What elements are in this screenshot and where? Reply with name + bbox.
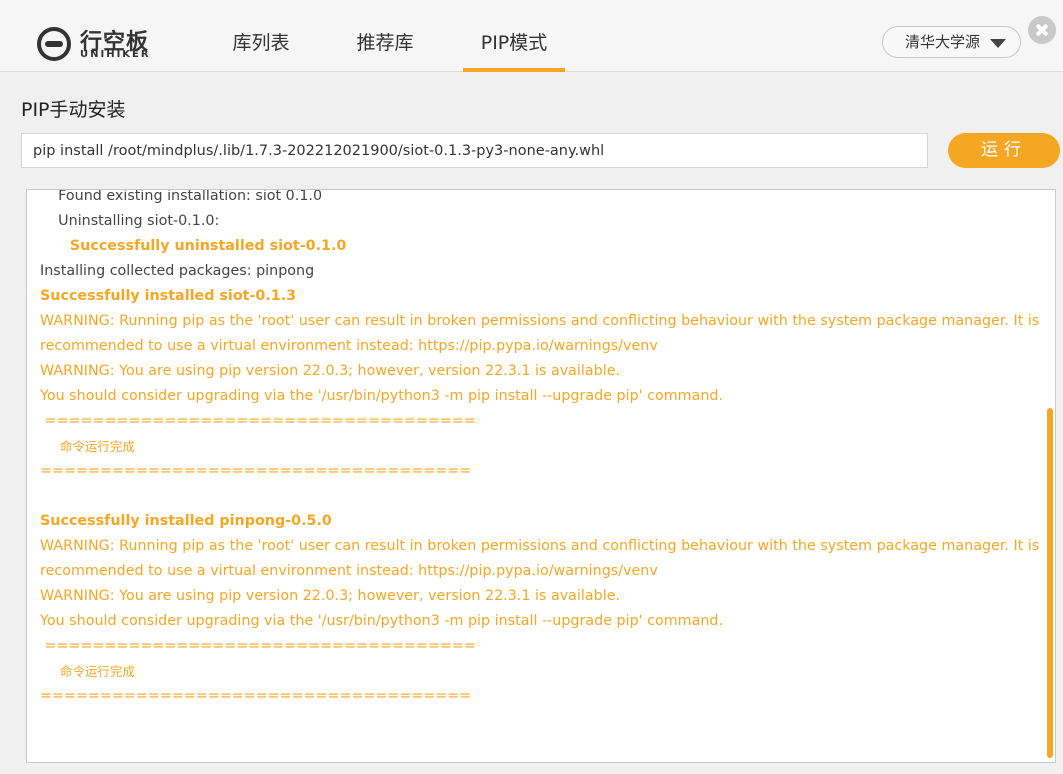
active-tab-indicator: [463, 68, 565, 72]
console-line: WARNING: Running pip as the 'root' user …: [40, 313, 1040, 329]
console-line: ====================================: [40, 413, 476, 429]
close-icon[interactable]: [1028, 16, 1056, 44]
console-line: WARNING: Running pip as the 'root' user …: [40, 538, 1040, 554]
console-line: Successfully uninstalled siot-0.1.0: [40, 238, 347, 254]
tab-pip-mode[interactable]: PIP模式: [463, 28, 565, 72]
mirror-source-value: 清华大学源: [905, 33, 981, 51]
chevron-down-icon: [990, 39, 1006, 48]
run-button[interactable]: 运行: [948, 133, 1060, 168]
pip-command-input[interactable]: [21, 133, 928, 168]
mirror-source-select[interactable]: 清华大学源: [882, 26, 1021, 58]
console-line: recommended to use a virtual environment…: [40, 338, 658, 354]
logo-english-text: UNIHIKER: [80, 49, 151, 60]
tab-label: 推荐库: [356, 32, 414, 54]
console-line: Uninstalling siot-0.1.0:: [40, 213, 220, 229]
console-line: ====================================: [40, 638, 476, 654]
section-title: PIP手动安装: [21, 99, 126, 121]
tab-recommended[interactable]: 推荐库: [350, 28, 420, 72]
console-line: recommended to use a virtual environment…: [40, 563, 658, 579]
tab-library-list[interactable]: 库列表: [226, 28, 296, 72]
unihiker-logo-icon: [37, 27, 71, 61]
console-line: Successfully installed pinpong-0.5.0: [40, 513, 332, 529]
console-line: ====================================: [40, 688, 472, 704]
console-output[interactable]: Found existing installation: siot 0.1.0 …: [26, 189, 1056, 763]
console-line: You should consider upgrading via the '/…: [40, 613, 724, 629]
console-line: 命令运行完成: [40, 439, 135, 454]
tab-label: PIP模式: [480, 32, 548, 54]
console-line: ====================================: [40, 463, 472, 479]
console-line: Successfully installed siot-0.1.3: [40, 288, 297, 304]
console-line: WARNING: You are using pip version 22.0.…: [40, 363, 621, 379]
console-line: Found existing installation: siot 0.1.0: [40, 189, 323, 204]
tab-label: 库列表: [232, 32, 290, 54]
header-bar: 行空板 UNIHIKER 库列表 推荐库 PIP模式 清华大学源: [0, 0, 1063, 72]
unihiker-logo: 行空板 UNIHIKER: [36, 22, 156, 62]
console-line: WARNING: You are using pip version 22.0.…: [40, 588, 621, 604]
console-lines: Found existing installation: siot 0.1.0 …: [27, 189, 1040, 709]
console-line: You should consider upgrading via the '/…: [40, 388, 724, 404]
console-scrollbar-thumb[interactable]: [1047, 408, 1053, 758]
console-line: 命令运行完成: [40, 664, 135, 679]
console-scrollbar[interactable]: [1045, 190, 1055, 762]
console-line: Installing collected packages: pinpong: [40, 263, 315, 279]
